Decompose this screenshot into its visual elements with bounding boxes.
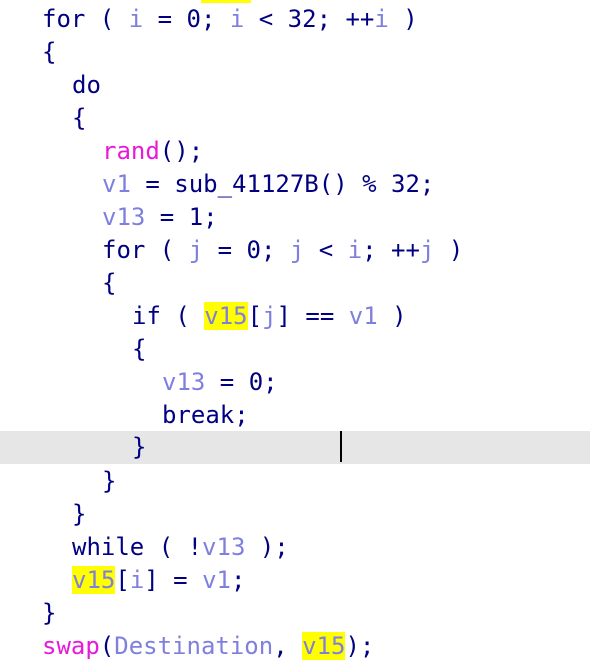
code-token: ): [377, 302, 407, 330]
code-line[interactable]: for ( i = 0; i < 32; ++i ): [0, 3, 590, 36]
code-token: ): [388, 5, 418, 33]
keyword: while: [72, 533, 145, 561]
code-token: (: [145, 236, 189, 264]
variable-token[interactable]: v13: [162, 368, 205, 396]
code-token: (: [99, 632, 115, 660]
code-line[interactable]: swap(Destination, v15);: [0, 630, 590, 663]
variable-token[interactable]: Destination: [114, 632, 273, 660]
brace: {: [132, 335, 147, 363]
code-line[interactable]: v13 = 1;: [0, 201, 590, 234]
code-token: ] ==: [276, 302, 349, 330]
code-text: break;: [162, 399, 249, 432]
code-token: ] =: [144, 566, 203, 594]
code-line[interactable]: do: [0, 69, 590, 102]
code-text: swap(Destination, v15);: [42, 630, 374, 663]
code-line[interactable]: if ( v15[j] == v1 ): [0, 300, 590, 333]
code-line[interactable]: while ( !v13 );: [0, 531, 590, 564]
brace: }: [102, 467, 117, 495]
code-line[interactable]: }: [0, 465, 590, 498]
variable-token[interactable]: v13: [102, 203, 145, 231]
variable-token[interactable]: v13: [202, 533, 245, 561]
code-token: = 0;: [203, 236, 290, 264]
variable-token[interactable]: i: [129, 5, 143, 33]
code-line[interactable]: {: [0, 102, 590, 135]
code-line[interactable]: v15[i] = v1;: [0, 564, 590, 597]
code-line[interactable]: rand();: [0, 135, 590, 168]
code-token: );: [345, 632, 375, 660]
highlighted-variable[interactable]: v15: [302, 632, 346, 660]
variable-token[interactable]: i: [130, 566, 144, 594]
brace: }: [132, 433, 147, 461]
code-line[interactable]: for ( j = 0; j < i; ++j ): [0, 234, 590, 267]
brace: {: [72, 104, 87, 132]
code-text: rand();: [102, 135, 203, 168]
code-token: = 0;: [205, 368, 278, 396]
code-token: ): [434, 236, 464, 264]
code-text: v13 = 1;: [102, 201, 218, 234]
highlighted-variable[interactable]: v15: [72, 566, 116, 594]
keyword: for: [42, 5, 86, 33]
code-token: = sub_41127B() % 32;: [130, 170, 435, 198]
code-editor[interactable]: for ( i = 0; i < 32; ++i ) { do { rand()…: [0, 0, 590, 667]
variable-token[interactable]: v1: [349, 302, 378, 330]
variable-token[interactable]: i: [230, 5, 244, 33]
code-text: while ( !v13 );: [72, 531, 289, 564]
keyword: if: [132, 302, 161, 330]
code-token: ();: [159, 137, 204, 165]
current-line[interactable]: }: [0, 431, 590, 464]
code-line[interactable]: {: [0, 333, 590, 366]
code-text: for ( j = 0; j < i; ++j ): [102, 234, 463, 267]
code-token: ,: [273, 632, 303, 660]
text-caret: [340, 431, 342, 462]
code-text: v15[i] = v1;: [72, 564, 245, 597]
code-token: ; ++: [362, 236, 420, 264]
code-text: for ( i = 0; i < 32; ++i ): [42, 3, 418, 36]
keyword: break: [162, 401, 235, 429]
code-token: = 1;: [145, 203, 218, 231]
brace: {: [102, 269, 117, 297]
code-token: <: [304, 236, 348, 264]
variable-token[interactable]: j: [189, 236, 203, 264]
keyword: do: [72, 71, 101, 99]
code-token: ;: [234, 401, 249, 429]
code-line[interactable]: }: [0, 597, 590, 630]
code-token: (: [85, 5, 129, 33]
code-line[interactable]: {: [0, 267, 590, 300]
variable-token[interactable]: i: [374, 5, 388, 33]
code-text: if ( v15[j] == v1 ): [132, 300, 407, 333]
function-token[interactable]: rand: [102, 137, 160, 165]
code-token: ;: [230, 566, 246, 594]
code-text: v13 = 0;: [162, 366, 278, 399]
code-line[interactable]: break;: [0, 399, 590, 432]
variable-token[interactable]: v1: [202, 566, 231, 594]
code-token: );: [245, 533, 289, 561]
code-token: [: [247, 302, 263, 330]
code-token: [: [115, 566, 130, 594]
code-line[interactable]: }: [0, 498, 590, 531]
variable-token[interactable]: v1: [102, 170, 131, 198]
code-token: (: [160, 302, 205, 330]
function-token[interactable]: swap: [42, 632, 100, 660]
code-token: = 0;: [143, 5, 230, 33]
variable-token[interactable]: j: [290, 236, 304, 264]
code-line[interactable]: {: [0, 36, 590, 69]
code-line[interactable]: v1 = sub_41127B() % 32;: [0, 168, 590, 201]
keyword: for: [102, 236, 146, 264]
variable-token[interactable]: j: [262, 302, 276, 330]
brace: }: [42, 599, 57, 627]
code-text: v1 = sub_41127B() % 32;: [102, 168, 434, 201]
variable-token[interactable]: i: [348, 236, 362, 264]
code-token: ( !: [144, 533, 203, 561]
brace: {: [42, 38, 57, 66]
variable-token[interactable]: j: [420, 236, 434, 264]
code-token: < 32; ++: [244, 5, 375, 33]
code-line[interactable]: v13 = 0;: [0, 366, 590, 399]
highlighted-variable[interactable]: v15: [204, 302, 248, 330]
brace: }: [72, 500, 87, 528]
